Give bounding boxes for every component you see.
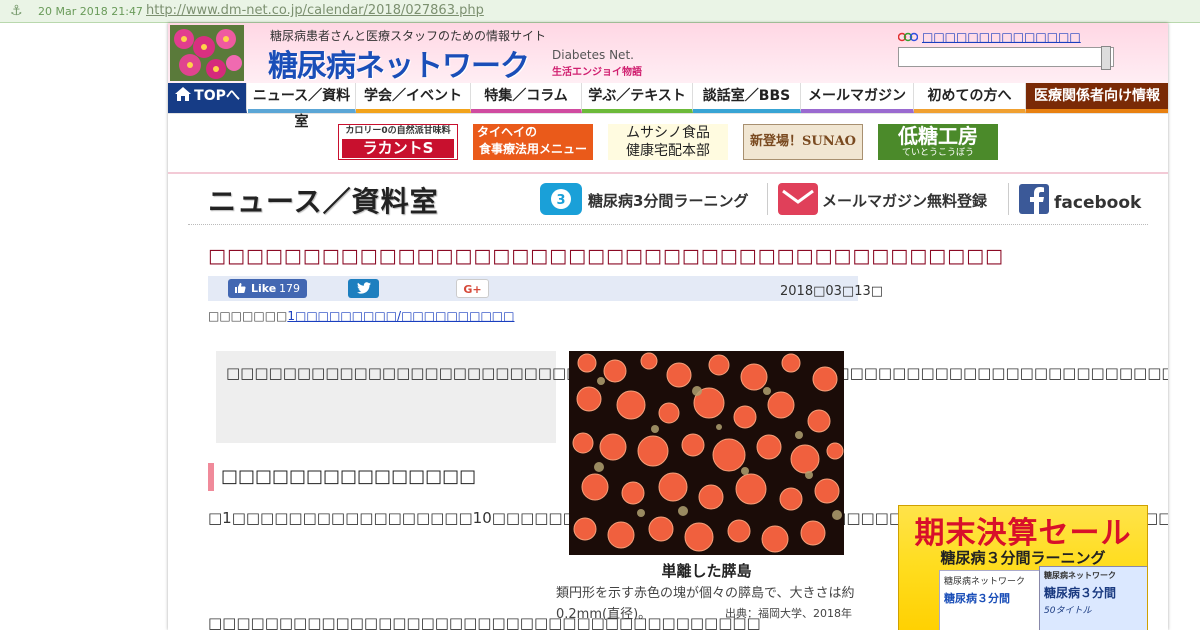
banner-lakanto-top: カロリー0の自然派甘味料: [345, 126, 451, 136]
photo-credit: 出典：福岡大学、2018年: [725, 607, 852, 620]
archive-bar: ⚓ 20 Mar 2018 21:47 http://www.dm-net.co…: [0, 0, 1200, 23]
article-paragraph: □1□□□□□□□□□□□□□□□□□10□□□□□□1□2□□□□□□□□1□…: [208, 506, 1168, 530]
ad-box-title: 糖尿病３分間: [1044, 586, 1117, 600]
banner-musashino[interactable]: ムサシノ食品 健康宅配本部: [608, 124, 728, 160]
ad-headline: 期末決算セール: [914, 516, 1132, 551]
banner-musashino-line2: 健康宅配本部: [626, 143, 710, 159]
partner-link-label: □□□□□□□□□□□□□□: [922, 30, 1081, 44]
mailmag-register-link[interactable]: メールマガジン無料登録: [778, 183, 1003, 215]
article-summary: □□□□□□□□□□□□□□□□□□□□□□□□□□□□□□□□□□□□□□□□…: [216, 351, 1168, 443]
banner-taihei[interactable]: タイヘイの 食事療法用メニュー: [473, 124, 593, 160]
banner-teitou[interactable]: 低糖工房 ていとうこうぼう: [878, 124, 998, 160]
facebook-link[interactable]: facebook: [1019, 183, 1141, 215]
sponsor-banners: カロリー0の自然派甘味料 ラカントS タイヘイの 食事療法用メニュー ムサシノ食…: [168, 114, 1168, 174]
banner-lakanto-main: ラカントS: [342, 139, 454, 158]
home-icon: [175, 87, 192, 101]
search-input[interactable]: [898, 47, 1114, 67]
like-count: 179: [279, 282, 300, 295]
like-label: Like: [251, 282, 277, 295]
google-plus-button[interactable]: G+: [456, 279, 489, 298]
banner-teitou-sub: ていとうこうぼう: [901, 148, 974, 158]
main-nav: TOPへ ニュース／資料室 学会／イベント 特集／コラム 学ぶ／テキスト 談話室…: [168, 83, 1168, 130]
separator: [767, 183, 768, 215]
banner-sunao-main: 新登場！SUNAO: [749, 134, 857, 149]
banner-taihei-top: タイヘイの: [477, 125, 538, 139]
learning-link[interactable]: 3 糖尿病3分間ラーニング: [540, 183, 760, 215]
banner-taihei-main: 食事療法用メニュー: [478, 142, 587, 156]
facebook-link-label: facebook: [1054, 193, 1142, 213]
flowers-logo-icon[interactable]: [170, 25, 244, 81]
mailmag-register-label: メールマガジン無料登録: [822, 192, 988, 210]
ad-banner-year-end-sale[interactable]: 期末決算セール 糖尿病３分間ラーニング 糖尿病ネットワーク 糖尿病３分間 糖尿病…: [898, 505, 1148, 630]
nav-item-top[interactable]: TOPへ: [168, 83, 247, 113]
nav-item-beginners[interactable]: 初めての方へ: [914, 83, 1026, 113]
section-title: ニュース／資料室: [208, 185, 439, 218]
learning-link-label: 糖尿病3分間ラーニング: [588, 192, 749, 210]
category-line: □□□□□□□1□□□□□□□□□/□□□□□□□□□□: [208, 309, 514, 323]
rings-icon: [898, 32, 918, 42]
article-title: □□□□□□□□□□□□□□□□□□□□□□□□□□□□□□□□□□□□□□□□…: [208, 245, 1004, 267]
separator: [1008, 183, 1009, 215]
ad-box-note: 50タイトル: [1044, 606, 1092, 616]
category-link[interactable]: 1□□□□□□□□□/□□□□□□□□□□: [287, 309, 514, 323]
archive-timestamp: 20 Mar 2018 21:47: [38, 5, 143, 18]
article-subheading: □□□□□□□□□□□□□□□: [208, 463, 476, 491]
divider: [188, 224, 1148, 225]
svg-text:3: 3: [556, 193, 565, 208]
ad-box-label: 糖尿病ネットワーク: [1044, 571, 1116, 580]
page-container: 糖尿病患者さんと医療スタッフのための情報サイト 糖尿病ネットワーク Diabet…: [168, 23, 1168, 630]
banner-sunao[interactable]: 新登場！SUNAO: [743, 124, 863, 160]
banner-musashino-line1: ムサシノ食品: [626, 125, 710, 141]
envelope-icon: [778, 183, 818, 215]
facebook-icon: [1019, 184, 1049, 214]
thumbs-up-icon: [235, 283, 246, 293]
ad-subtitle: 糖尿病３分間ラーニング: [940, 549, 1106, 567]
banner-lakanto[interactable]: カロリー0の自然派甘味料 ラカントS: [338, 124, 458, 160]
site-subtitle-jp: 生活エンジョイ物語: [552, 67, 642, 78]
photo-caption-title: 単離した膵島: [661, 562, 752, 580]
site-title-logo[interactable]: 糖尿病ネットワーク: [268, 41, 530, 85]
nav-item-label: TOPへ: [194, 88, 240, 104]
category-prefix: □□□□□□□: [208, 309, 288, 323]
site-subtitle-en: Diabetes Net.: [552, 48, 634, 62]
nav-item-mailmag[interactable]: メールマガジン: [801, 83, 914, 113]
nav-item-news[interactable]: ニュース／資料室: [248, 83, 356, 130]
archive-url-link[interactable]: http://www.dm-net.co.jp/calendar/2018/02…: [146, 3, 484, 18]
facebook-like-button[interactable]: Like 179: [228, 279, 307, 298]
twitter-bird-icon: [356, 282, 371, 294]
article-date: 2018□03□13□: [780, 284, 884, 299]
nav-item-bbs[interactable]: 談話室／BBS: [693, 83, 801, 113]
islet-photo-image: [569, 351, 844, 555]
nav-item-professionals[interactable]: 医療関係者向け情報: [1026, 83, 1168, 113]
partner-link[interactable]: □□□□□□□□□□□□□□: [898, 30, 1081, 44]
ad-product-box: 糖尿病ネットワーク 糖尿病３分間 50タイトル: [1039, 566, 1147, 630]
twitter-share-button[interactable]: [348, 279, 379, 298]
article-paragraph: □□□□□□□□□□□□□□□□□□□□□□□□□□□□□□□□□□□□□□□: [208, 614, 761, 630]
anchor-icon: ⚓: [10, 3, 23, 19]
site-header: 糖尿病患者さんと医療スタッフのための情報サイト 糖尿病ネットワーク Diabet…: [168, 23, 1168, 85]
nav-item-features[interactable]: 特集／コラム: [471, 83, 582, 113]
nav-item-learn[interactable]: 学ぶ／テキスト: [582, 83, 693, 113]
search-button[interactable]: [1101, 46, 1111, 70]
banner-teitou-main: 低糖工房: [898, 124, 978, 148]
learning-3min-icon: 3: [540, 183, 582, 215]
nav-item-events[interactable]: 学会／イベント: [356, 83, 471, 113]
share-bar: Like 179 G+: [208, 276, 858, 301]
